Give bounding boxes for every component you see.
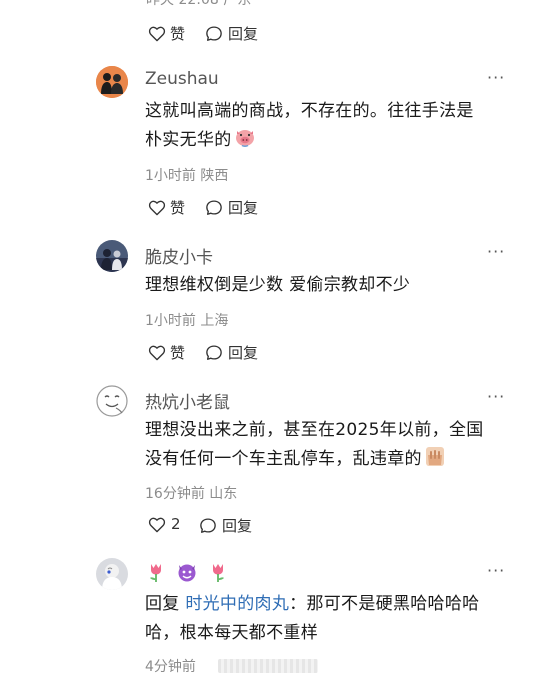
comment-text-line: 这就叫高端的商战，不存在的。往往手法是: [145, 101, 474, 121]
top-comment-meta: 昨天 22:08 广东: [146, 0, 252, 8]
reply-prefix: 回复: [145, 594, 180, 614]
comment-meta: 16分钟前 山东: [145, 486, 238, 502]
comment-meta: 4分钟前: [145, 659, 196, 675]
avatar-photo-icon: [96, 558, 128, 590]
like-label: 赞: [170, 199, 186, 217]
reply-button[interactable]: 回复: [205, 342, 258, 363]
more-options-button[interactable]: ···: [487, 68, 505, 87]
comment-meta: 1小时前 上海: [145, 313, 229, 329]
comment-username[interactable]: 热炕小老鼠: [145, 388, 230, 413]
avatar[interactable]: [96, 66, 128, 98]
comment-text-line: 没有任何一个车主乱停车，乱违章的: [145, 445, 484, 477]
like-button[interactable]: 赞: [148, 197, 185, 218]
pig-face-emoji-icon: [234, 126, 256, 158]
comment-text: 理想维权倒是少数 爱偷宗教却不少: [145, 271, 410, 300]
heart-icon: [148, 200, 166, 216]
reply-to-user-link[interactable]: 时光中的肉丸: [185, 594, 289, 614]
comment-bubble-icon: [200, 518, 216, 533]
comment-bubble-icon: [206, 345, 222, 360]
comment-text: 回复 时光中的肉丸：那可不是硬黑哈哈哈哈 哈，根本每天都不重样: [145, 590, 479, 648]
avatar[interactable]: [96, 240, 128, 272]
heart-icon: [148, 26, 166, 42]
like-label: 赞: [170, 25, 186, 43]
comment-text-line: 回复 时光中的肉丸：那可不是硬黑哈哈哈哈: [145, 594, 480, 614]
reply-label: 回复: [228, 199, 259, 217]
comment-text-line: 朴实无华的: [145, 126, 474, 158]
comment-bubble-icon: [206, 26, 222, 41]
like-count: 2: [171, 515, 181, 533]
avatar-photo-icon: [96, 240, 128, 272]
comment-username[interactable]: 脆皮小卡: [145, 243, 213, 268]
user-badges: [146, 561, 228, 587]
heart-icon: [148, 345, 166, 361]
avatar[interactable]: [96, 385, 128, 417]
location-redacted: [218, 659, 318, 673]
like-button[interactable]: 赞: [148, 342, 185, 363]
comment-username[interactable]: Zeushau: [145, 69, 219, 89]
more-options-button[interactable]: ···: [487, 561, 505, 580]
devil-emoji-icon: [176, 561, 198, 587]
like-label: 赞: [170, 344, 186, 362]
heart-icon: [148, 517, 166, 532]
avatar[interactable]: [96, 558, 128, 590]
comment-meta: 1小时前 陕西: [145, 168, 229, 184]
comment-text: 这就叫高端的商战，不存在的。往往手法是 朴实无华的: [145, 97, 474, 158]
more-options-button[interactable]: ···: [487, 242, 505, 261]
avatar-cartoon-face-icon: [96, 385, 128, 417]
more-options-button[interactable]: ···: [487, 387, 505, 406]
tulip-emoji-icon: [146, 561, 166, 587]
avatar-silhouette-icon: [96, 66, 128, 98]
reply-label: 回复: [222, 517, 253, 535]
comment-text: 理想没出来之前，甚至在2025年以前，全国 没有任何一个车主乱停车，乱违章的: [145, 416, 484, 477]
reply-button[interactable]: 回复: [199, 515, 252, 536]
reply-button[interactable]: 回复: [205, 197, 258, 218]
like-button[interactable]: 2: [148, 515, 181, 533]
comment-bubble-icon: [206, 200, 222, 215]
comment-text-line: 理想没出来之前，甚至在2025年以前，全国: [145, 420, 484, 440]
tulip-emoji-icon: [208, 561, 228, 587]
comment-text-line: 哈，根本每天都不重样: [145, 623, 318, 643]
facepalm-emoji-icon: [424, 445, 446, 477]
top-like-button[interactable]: 赞: [148, 23, 185, 44]
comment-text-line: 理想维权倒是少数 爱偷宗教却不少: [145, 275, 411, 295]
reply-label: 回复: [228, 25, 259, 43]
top-reply-button[interactable]: 回复: [205, 23, 258, 44]
reply-label: 回复: [228, 344, 259, 362]
